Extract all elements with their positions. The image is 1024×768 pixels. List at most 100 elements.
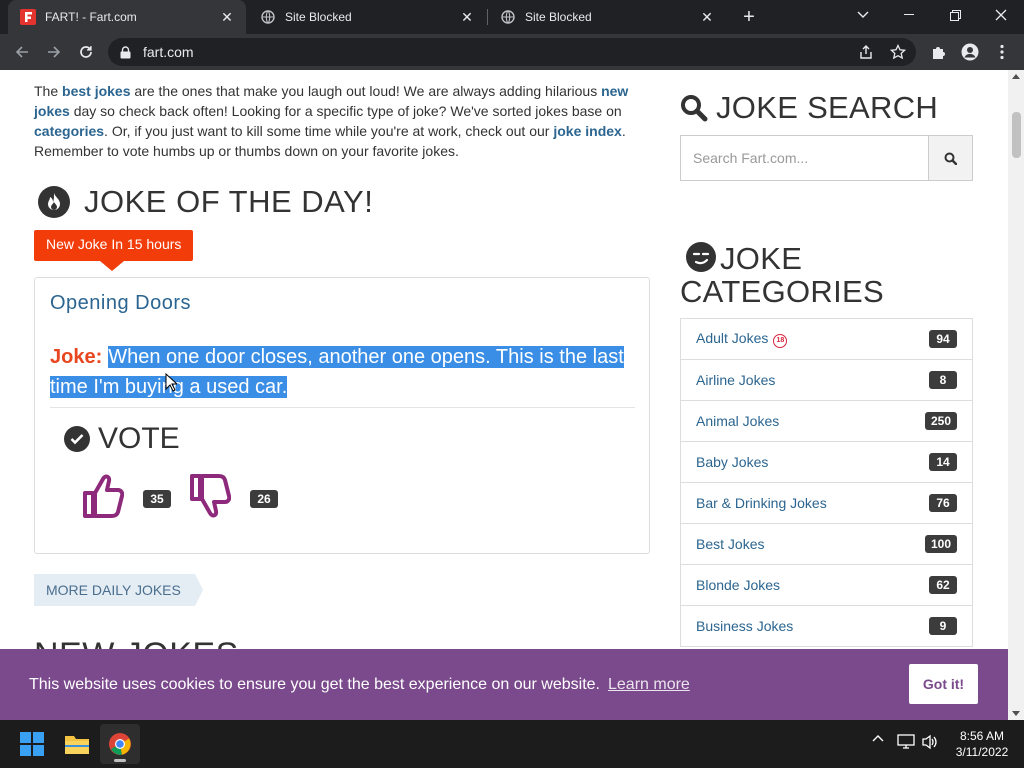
- checkmark-icon: [64, 426, 90, 452]
- page-viewport: The best jokes are the ones that make yo…: [0, 70, 1008, 720]
- scroll-down-arrow-icon[interactable]: [1012, 711, 1020, 716]
- category-item-animal[interactable]: Animal Jokes 250: [681, 401, 972, 442]
- close-window-button[interactable]: [978, 0, 1024, 30]
- categories-link[interactable]: categories: [34, 123, 104, 139]
- category-label: Business Jokes: [696, 618, 794, 634]
- category-count: 250: [924, 412, 957, 430]
- scroll-up-arrow-icon[interactable]: [1012, 74, 1020, 79]
- network-icon[interactable]: [896, 734, 916, 750]
- category-label: Best Jokes: [696, 536, 765, 552]
- bookmark-star-icon[interactable]: [884, 38, 912, 66]
- restore-button[interactable]: [932, 0, 978, 30]
- category-item-blonde[interactable]: Blonde Jokes 62: [681, 565, 972, 606]
- minimize-button[interactable]: [886, 0, 932, 30]
- search-form: [680, 135, 973, 181]
- vote-heading: VOTE: [64, 422, 180, 456]
- thumbs-up-button[interactable]: [80, 471, 126, 521]
- search-heading-text: JOKE SEARCH: [716, 90, 939, 125]
- search-icon: [681, 95, 708, 122]
- windows-taskbar: 8:56 AM 3/11/2022: [0, 720, 1024, 768]
- joke-of-the-day-heading: JOKE OF THE DAY!: [38, 184, 373, 220]
- category-item-baby[interactable]: Baby Jokes 14: [681, 442, 972, 483]
- search-icon: [944, 152, 957, 165]
- close-tab-icon[interactable]: ✕: [458, 8, 476, 26]
- address-bar[interactable]: fart.com: [108, 38, 916, 66]
- mouse-cursor-icon: [165, 372, 179, 397]
- browser-toolbar: fart.com: [0, 34, 1024, 70]
- thumbs-down-button[interactable]: [187, 471, 233, 521]
- joke-title-link[interactable]: Opening Doors: [50, 292, 191, 315]
- category-item-airline[interactable]: Airline Jokes 8: [681, 360, 972, 401]
- category-count: 14: [929, 453, 957, 471]
- close-tab-icon[interactable]: ✕: [698, 8, 716, 26]
- fart-favicon-icon: [20, 9, 36, 25]
- clock-time: 8:56 AM: [959, 729, 1005, 743]
- category-item-business[interactable]: Business Jokes 9: [681, 606, 972, 647]
- tab-title: Site Blocked: [285, 10, 352, 24]
- new-joke-countdown-badge: New Joke In 15 hours: [34, 230, 194, 271]
- active-app-indicator: [114, 759, 126, 762]
- got-it-button[interactable]: Got it!: [909, 664, 978, 704]
- intro-text: are the ones that make you laugh out lou…: [130, 83, 602, 99]
- profile-avatar-icon[interactable]: [956, 38, 984, 66]
- joke-categories-heading: JOKE CATEGORIES: [680, 242, 980, 308]
- search-button[interactable]: [928, 135, 973, 181]
- joke-card: Opening Doors Joke: When one door closes,…: [34, 277, 650, 554]
- best-jokes-link[interactable]: best jokes: [62, 83, 130, 99]
- category-item-adult[interactable]: Adult Jokes 18 94: [681, 319, 972, 360]
- category-count: 9: [929, 617, 957, 635]
- globe-icon: [260, 9, 276, 25]
- forward-arrow-icon[interactable]: [40, 38, 68, 66]
- intro-text: . Or, if you just want to kill some time…: [104, 123, 554, 139]
- chrome-taskbar-icon[interactable]: [100, 724, 140, 764]
- browser-tabstrip: FART! - Fart.com ✕ Site Blocked ✕ Site B…: [0, 0, 1024, 34]
- new-tab-button[interactable]: +: [737, 5, 761, 29]
- back-arrow-icon[interactable]: [8, 38, 36, 66]
- category-count: 8: [929, 371, 957, 389]
- menu-kebab-icon[interactable]: [988, 38, 1016, 66]
- joke-label: Joke:: [50, 346, 103, 368]
- tab-site-blocked-2[interactable]: Site Blocked ✕: [488, 0, 726, 34]
- lock-icon[interactable]: [120, 45, 131, 59]
- category-list: Adult Jokes 18 94 Airline Jokes 8 Animal …: [680, 318, 973, 647]
- tab-title: Site Blocked: [525, 10, 592, 24]
- taskbar-clock[interactable]: 8:56 AM 3/11/2022: [946, 728, 1018, 760]
- jotd-title: JOKE OF THE DAY!: [84, 184, 374, 219]
- vote-title: VOTE: [98, 422, 180, 455]
- extensions-puzzle-icon[interactable]: [924, 38, 952, 66]
- clock-date: 3/11/2022: [955, 745, 1009, 759]
- tab-site-blocked-1[interactable]: Site Blocked ✕: [248, 0, 486, 34]
- show-hidden-icons-chevron-icon[interactable]: [868, 734, 888, 742]
- intro-paragraph: The best jokes are the ones that make yo…: [34, 81, 634, 161]
- globe-icon: [500, 9, 516, 25]
- learn-more-link[interactable]: Learn more: [608, 676, 690, 694]
- more-daily-jokes-button[interactable]: MORE DAILY JOKES: [34, 574, 203, 606]
- cookie-message: This website uses cookies to ensure you …: [29, 675, 600, 693]
- joke-text: When one door closes, another one opens.…: [50, 346, 624, 398]
- tab-fart[interactable]: FART! - Fart.com ✕: [8, 0, 246, 34]
- category-label: Blonde Jokes: [696, 577, 781, 593]
- start-windows-icon[interactable]: [12, 724, 52, 764]
- category-label: Adult Jokes 18: [696, 330, 788, 348]
- reload-icon[interactable]: [72, 38, 100, 66]
- share-icon[interactable]: [852, 38, 880, 66]
- close-tab-icon[interactable]: ✕: [218, 8, 236, 26]
- volume-icon[interactable]: [920, 734, 940, 750]
- category-item-best[interactable]: Best Jokes 100: [681, 524, 972, 565]
- page-scrollbar[interactable]: [1008, 70, 1024, 720]
- scrollbar-thumb[interactable]: [1012, 112, 1021, 158]
- smirk-face-icon: [686, 242, 716, 272]
- thumbs-down-count: 26: [250, 490, 278, 508]
- divider: [50, 407, 635, 408]
- category-item-bar-drinking[interactable]: Bar & Drinking Jokes 76: [681, 483, 972, 524]
- adult-18-icon: 18: [773, 334, 788, 348]
- url-text: fart.com: [143, 44, 194, 60]
- file-explorer-icon[interactable]: [57, 724, 97, 764]
- intro-text: day so check back often! Looking for a s…: [69, 103, 622, 119]
- search-input[interactable]: [680, 135, 928, 181]
- category-count: 62: [929, 576, 957, 594]
- joke-search-heading: JOKE SEARCH: [680, 90, 938, 126]
- joke-index-link[interactable]: joke index: [553, 123, 621, 139]
- tab-title: FART! - Fart.com: [45, 10, 137, 24]
- tab-search-chevron-icon[interactable]: [840, 0, 886, 30]
